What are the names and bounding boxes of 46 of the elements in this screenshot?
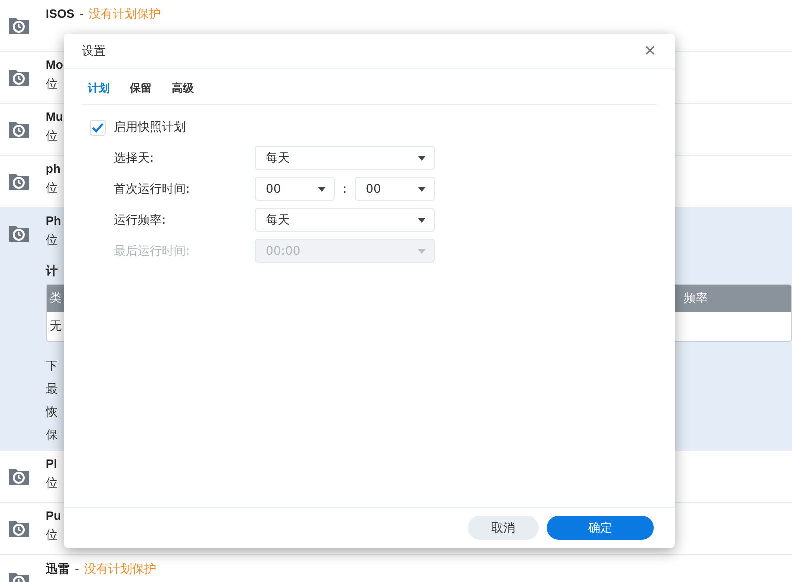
field-label: 选择天: xyxy=(114,150,156,166)
location-text: 位 xyxy=(46,76,58,93)
checkbox[interactable] xyxy=(90,120,106,136)
cancel-button[interactable]: 取消 xyxy=(468,516,539,540)
separator: - xyxy=(80,7,84,21)
share-name: ISOS xyxy=(46,7,75,21)
column-header: 频率 xyxy=(683,290,709,307)
minute-dropdown[interactable]: 00 xyxy=(355,177,436,201)
dropdown[interactable]: 每天 xyxy=(255,208,435,232)
location-text: 位 xyxy=(46,475,58,492)
share-name: Pl xyxy=(46,457,58,471)
hour-dropdown[interactable]: 00 xyxy=(255,177,335,201)
column-header: 类 xyxy=(49,290,63,307)
caret-icon xyxy=(318,186,326,192)
tab[interactable]: 高级 xyxy=(172,81,194,96)
location-text: 位 xyxy=(46,128,58,145)
tab[interactable]: 计划 xyxy=(88,81,110,96)
checkbox-label: 启用快照计划 xyxy=(114,119,186,136)
location-text: 位 xyxy=(46,232,58,249)
share-name: Pu xyxy=(46,509,62,523)
time-colon: : xyxy=(342,182,348,196)
share-name: Ph xyxy=(46,214,62,228)
detail-text: 恢 xyxy=(46,404,58,421)
field-label: 最后运行时间: xyxy=(114,242,192,260)
confirm-button[interactable]: 确定 xyxy=(547,516,654,540)
separator: - xyxy=(75,562,80,576)
section-title: 计 xyxy=(46,263,58,280)
share-name: ph xyxy=(46,162,61,176)
caret-icon xyxy=(418,248,426,254)
location-text: 位 xyxy=(46,180,58,197)
field-label: 首次运行时间: xyxy=(114,180,192,198)
caret-icon xyxy=(418,186,426,192)
caret-icon xyxy=(418,218,426,222)
field-label: 运行频率: xyxy=(114,212,168,228)
share-name: Mu xyxy=(46,110,64,124)
detail-text: 保 xyxy=(46,427,58,444)
status-text: 没有计划保护 xyxy=(89,6,162,23)
tab[interactable]: 保留 xyxy=(130,81,152,96)
share-name: Mo xyxy=(46,58,64,72)
table-cell-text: 无 xyxy=(49,318,63,335)
detail-text: 下 xyxy=(46,358,58,375)
dropdown[interactable]: 每天 xyxy=(255,146,435,170)
detail-text: 最 xyxy=(46,381,58,398)
status-text: 没有计划保护 xyxy=(84,561,156,578)
share-name: 迅雷 xyxy=(46,561,70,578)
location-text: 位 xyxy=(46,527,58,544)
